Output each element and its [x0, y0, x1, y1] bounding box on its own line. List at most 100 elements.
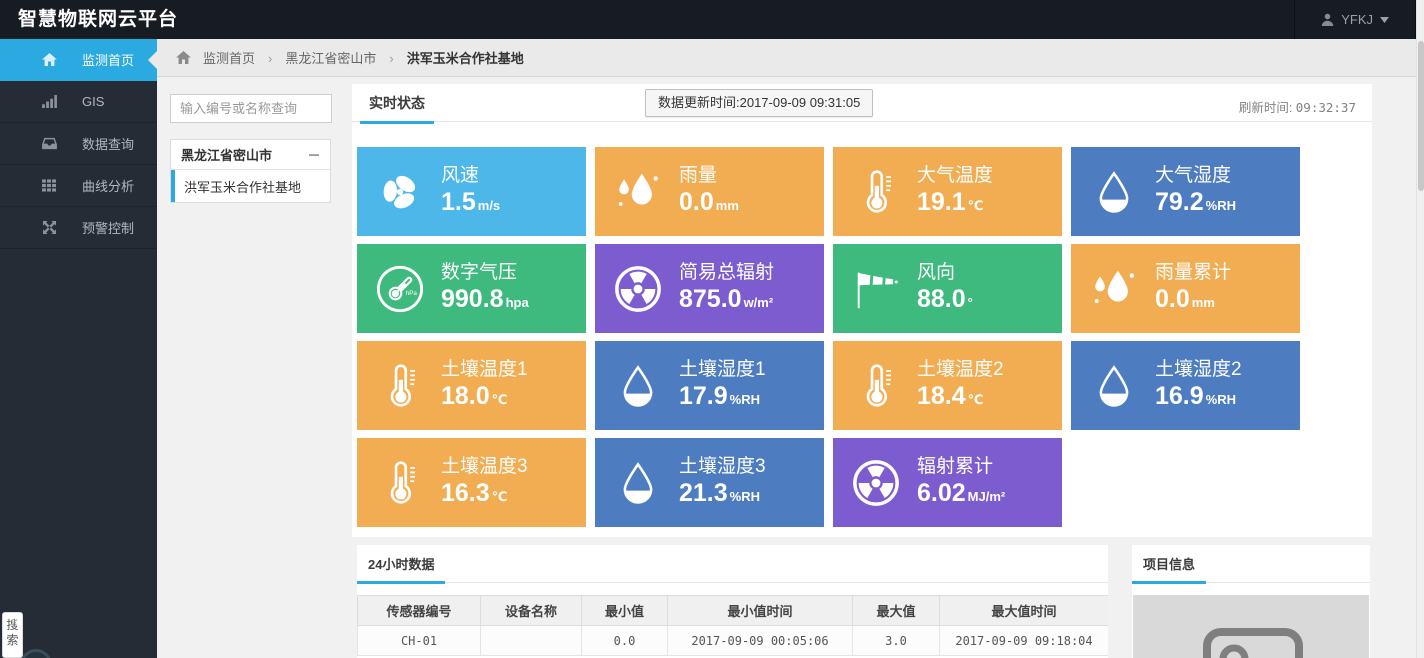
radiation-icon: [611, 262, 665, 316]
water-drop-icon: [611, 359, 665, 413]
sensor-reading: 0.0mm: [679, 188, 739, 217]
sensor-unit: %RH: [730, 489, 760, 504]
tree-group-label: 黑龙江省密山市: [181, 145, 272, 164]
sensor-name: 土壤湿度3: [679, 451, 766, 478]
daily-data-tab-row: 24小时数据: [357, 545, 1108, 583]
tab-24h-data[interactable]: 24小时数据: [357, 554, 445, 584]
sidebar-item[interactable]: 预警控制: [0, 207, 157, 249]
table-cell: CH-01: [358, 626, 481, 656]
sensor-unit: m/s: [478, 198, 500, 213]
breadcrumb: 监测首页 黑龙江省密山市 洪军玉米合作社基地: [203, 48, 524, 67]
project-image-placeholder: [1133, 595, 1369, 658]
table-column-header: 设备名称: [481, 596, 582, 626]
tab-realtime-status[interactable]: 实时状态: [360, 93, 434, 124]
tree-group-header[interactable]: 黑龙江省密山市: [171, 140, 330, 170]
table-column-header: 最小值时间: [668, 596, 853, 626]
sidebar-item-label: 预警控制: [82, 218, 134, 237]
table-cell: 2017-09-09 09:18:04: [940, 626, 1109, 656]
sensor-reading: 19.1℃: [917, 188, 983, 217]
sidebar-item-label: 曲线分析: [82, 176, 134, 195]
sidebar-item[interactable]: GIS: [0, 81, 157, 123]
sidebar-item[interactable]: 监测首页: [0, 39, 157, 81]
scrollbar-thumb[interactable]: [1418, 41, 1424, 191]
water-drop-icon: [611, 456, 665, 510]
sensor-unit: MJ/m²: [968, 489, 1006, 504]
sensor-name: 风速: [441, 160, 479, 187]
table-header-row: 传感器编号 设备名称 最小值 最小值时间 最大值 最大值时间: [358, 596, 1109, 626]
sensor-tile: 风速 1.5m/s: [357, 147, 586, 236]
sensor-reading: 18.4℃: [917, 382, 983, 411]
sidebar-nav: 监测首页 GIS 数据查询 曲线分析 预警控制: [0, 39, 157, 658]
realtime-panel: 实时状态 数据更新时间:2017-09-09 09:31:05 刷新时间: 09…: [352, 84, 1372, 537]
sensor-unit: w/m²: [744, 295, 774, 310]
app-header: 智慧物联网云平台 YFKJ: [0, 0, 1424, 39]
user-icon: [1321, 13, 1334, 26]
data-update-time-button[interactable]: 数据更新时间:2017-09-09 09:31:05: [645, 89, 873, 117]
sensor-reading: 1.5m/s: [441, 188, 500, 217]
sensor-name: 风向: [917, 257, 955, 284]
floating-search-widget[interactable]: 搜索: [2, 612, 23, 658]
home-icon: [40, 53, 58, 66]
table-column-header: 传感器编号: [358, 596, 481, 626]
sensor-tile: 土壤湿度3 21.3%RH: [595, 438, 824, 527]
sensor-data-table: 传感器编号 设备名称 最小值 最小值时间 最大值 最大值时间 CH-010.02…: [357, 595, 1108, 656]
sensor-reading: 21.3%RH: [679, 479, 760, 508]
sensor-tiles-grid: 风速 1.5m/s 雨量 0.0mm 大气温度 19.1℃ 大气湿度 79.2%…: [357, 147, 1300, 527]
sensor-tile: 大气湿度 79.2%RH: [1071, 147, 1300, 236]
sensor-reading: 17.9%RH: [679, 382, 760, 411]
tree-item-station[interactable]: 洪军玉米合作社基地: [171, 170, 330, 202]
daily-data-panel: 24小时数据 传感器编号 设备名称 最小值 最小值时间 最大值 最大值时间 CH…: [357, 545, 1108, 658]
realtime-tab-row: 实时状态 数据更新时间:2017-09-09 09:31:05 刷新时间: 09…: [352, 84, 1372, 122]
sensor-unit: %RH: [1206, 198, 1236, 213]
sensor-unit: ℃: [492, 392, 508, 407]
sensor-unit: %RH: [1206, 392, 1236, 407]
project-info-panel: 项目信息: [1132, 545, 1370, 658]
iot-dashboard: 智慧物联网云平台 YFKJ 监测首页 GIS 数据查询 曲线分析 预警控制 监测…: [0, 0, 1424, 658]
table-cell: 2017-09-09 00:05:06: [668, 626, 853, 656]
page-scrollbar: [1416, 0, 1424, 658]
sensor-unit: hpa: [506, 295, 529, 310]
sensor-value: 18.4: [917, 382, 966, 410]
breadcrumb-item[interactable]: 监测首页: [203, 48, 285, 67]
breadcrumb-item[interactable]: 黑龙江省密山市: [285, 48, 406, 67]
sensor-value: 79.2: [1155, 188, 1204, 216]
sensor-name: 大气温度: [917, 160, 993, 187]
project-info-tab-row: 项目信息: [1132, 545, 1370, 583]
table-column-header: 最小值: [582, 596, 668, 626]
sensor-value: 18.0: [441, 382, 490, 410]
station-tree: 黑龙江省密山市 洪军玉米合作社基地: [170, 139, 331, 203]
sidebar-item[interactable]: 曲线分析: [0, 165, 157, 207]
table-cell: 3.0: [853, 626, 940, 656]
pressure-gauge-icon: hPa: [373, 262, 427, 316]
raindrops-icon: [1087, 262, 1141, 316]
sidebar-item[interactable]: 数据查询: [0, 123, 157, 165]
home-icon: [176, 51, 191, 64]
sensor-tile: 风向 88.0°: [833, 244, 1062, 333]
user-menu[interactable]: YFKJ: [1294, 0, 1416, 39]
search-input[interactable]: [170, 94, 332, 123]
sensor-name: 简易总辐射: [679, 257, 774, 284]
sensor-reading: 16.3℃: [441, 479, 507, 508]
tab-project-info[interactable]: 项目信息: [1132, 554, 1206, 584]
windsock-icon: [849, 262, 903, 316]
sensor-value: 21.3: [679, 479, 728, 507]
sensor-unit: mm: [716, 198, 739, 213]
sensor-tile: 辐射累计 6.02MJ/m²: [833, 438, 1062, 527]
table-cell: [481, 626, 582, 656]
sensor-reading: 990.8hpa: [441, 285, 529, 314]
sensor-value: 1.5: [441, 188, 476, 216]
sensor-value: 16.3: [441, 479, 490, 507]
table-column-header: 最大值时间: [940, 596, 1109, 626]
breadcrumb-item[interactable]: 洪军玉米合作社基地: [407, 48, 524, 67]
water-drop-icon: [1087, 165, 1141, 219]
sensor-reading: 88.0°: [917, 285, 973, 314]
arrows-icon: [40, 221, 58, 234]
sensor-reading: 18.0℃: [441, 382, 507, 411]
thermometer-icon: [373, 359, 427, 413]
sensor-value: 990.8: [441, 285, 504, 313]
table-row: CH-010.02017-09-09 00:05:063.02017-09-09…: [358, 626, 1109, 656]
sensor-unit: ℃: [968, 198, 984, 213]
sensor-reading: 0.0mm: [1155, 285, 1215, 314]
sensor-name: 大气湿度: [1155, 160, 1231, 187]
minus-icon[interactable]: [308, 149, 320, 161]
